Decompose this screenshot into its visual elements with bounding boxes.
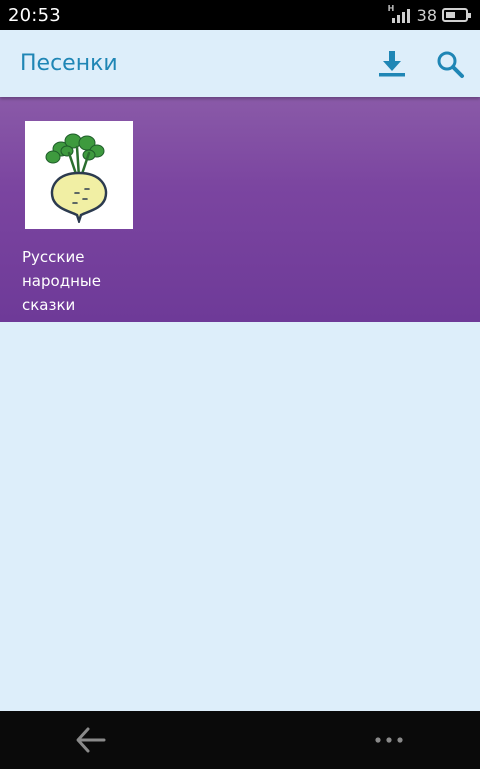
list-item[interactable]: Русские народные сказки (22, 121, 134, 317)
turnip-icon (45, 133, 108, 223)
battery-icon (442, 8, 471, 22)
arrow-left-icon (76, 727, 106, 753)
search-icon (437, 51, 464, 78)
search-button[interactable] (434, 48, 466, 80)
status-indicators: H 38 (388, 5, 472, 25)
status-time: 20:53 (8, 4, 61, 26)
back-button[interactable] (74, 725, 108, 755)
content-band: Русские народные сказки (0, 97, 480, 322)
status-bar: 20:53 H 38 (0, 0, 480, 30)
signal-icon: H (388, 5, 412, 25)
page-title: Песенки (20, 51, 118, 76)
battery-level: 38 (416, 5, 437, 25)
more-dots-icon (375, 737, 403, 743)
app-bar: Песенки (0, 30, 480, 97)
navigation-bar (0, 711, 480, 769)
download-button[interactable] (376, 48, 408, 80)
more-button[interactable] (372, 725, 406, 755)
app-actions (376, 48, 466, 80)
item-label: Русские народные сказки (22, 248, 101, 314)
screen: 20:53 H 38 Песенки Русские народные сказ… (0, 0, 480, 769)
download-icon (379, 50, 405, 76)
item-thumbnail (25, 121, 133, 229)
